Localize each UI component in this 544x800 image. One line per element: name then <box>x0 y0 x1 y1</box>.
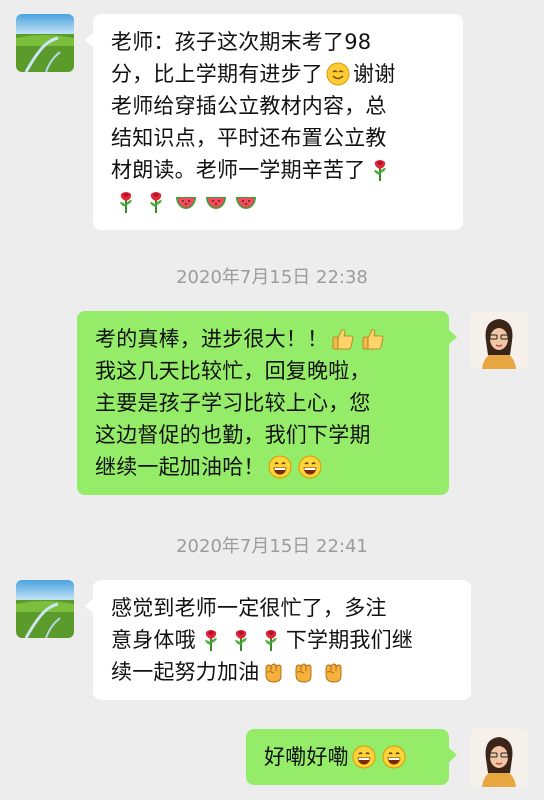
grin-emoji <box>298 455 322 479</box>
message-text-line: 我这几天比较忙，回复晚啦， <box>95 359 371 383</box>
grin-emoji <box>352 745 376 769</box>
message-text-line: 这边督促的也勤，我们下学期 <box>95 423 371 447</box>
message-text: 意身体哦 <box>111 628 196 652</box>
message-text: 分，比上学期有进步了 <box>111 62 323 86</box>
message-text: 谢谢 <box>353 62 396 86</box>
rose-emoji <box>368 158 392 182</box>
message-text-line: 考的真棒，进步很大！！ <box>95 323 433 355</box>
incoming-message-bubble[interactable]: 老师：孩子这次期末考了98 分，比上学期有进步了 谢谢 老师给穿插公立教材内容，总… <box>85 14 463 230</box>
message-text: 继续一起加油哈！ <box>95 455 265 479</box>
watermelon-emoji <box>174 190 198 214</box>
message-text-line: 好嘞好嘞 <box>264 741 433 773</box>
message-emoji-line <box>111 186 447 218</box>
message-timestamp: 2020年7月15日 22:41 <box>176 536 368 557</box>
grin-emoji <box>268 455 292 479</box>
message-text-line: 续一起努力加油 <box>111 656 455 688</box>
rose-emoji <box>259 628 283 652</box>
thumbs-up-emoji <box>361 327 385 351</box>
woman-portrait-avatar-image <box>470 311 528 369</box>
rose-emoji <box>199 628 223 652</box>
incoming-message-bubble[interactable]: 感觉到老师一定很忙了，多注 意身体哦 下学期我们继 续一起努力加油 <box>85 580 471 700</box>
message-text: 好嘞好嘞 <box>264 745 349 769</box>
message-text-line: 结知识点，平时还布置公立教 <box>111 126 387 150</box>
teacher-avatar[interactable] <box>16 14 74 72</box>
rose-emoji <box>114 190 138 214</box>
parent-avatar[interactable] <box>470 729 528 787</box>
message-text-line: 意身体哦 下学期我们继 <box>111 624 455 656</box>
rose-emoji <box>144 190 168 214</box>
message-text: 续一起努力加油 <box>111 660 260 684</box>
landscape-avatar-image <box>16 14 74 72</box>
watermelon-emoji <box>204 190 228 214</box>
message-text-line: 分，比上学期有进步了 谢谢 <box>111 58 447 90</box>
parent-avatar[interactable] <box>470 311 528 369</box>
thumbs-up-emoji <box>331 327 355 351</box>
fist-emoji <box>262 660 286 684</box>
outgoing-message-bubble[interactable]: 好嘞好嘞 <box>246 729 457 785</box>
message-text-line: 感觉到老师一定很忙了，多注 <box>111 596 387 620</box>
teacher-avatar[interactable] <box>16 580 74 638</box>
landscape-avatar-image <box>16 580 74 638</box>
rose-emoji <box>229 628 253 652</box>
fist-emoji <box>322 660 346 684</box>
watermelon-emoji <box>234 190 258 214</box>
message-text-line: 老师给穿插公立教材内容，总 <box>111 94 387 118</box>
message-text: 材朗读。老师一学期辛苦了 <box>111 158 366 182</box>
message-text: 考的真棒，进步很大！！ <box>95 327 329 351</box>
message-text-line: 继续一起加油哈！ <box>95 451 433 483</box>
grin-emoji <box>382 745 406 769</box>
fist-emoji <box>292 660 316 684</box>
smile-emoji <box>326 62 350 86</box>
message-text: 下学期我们继 <box>285 628 414 652</box>
message-text-line: 主要是孩子学习比较上心，您 <box>95 391 371 415</box>
message-text-line: 材朗读。老师一学期辛苦了 <box>111 154 447 186</box>
outgoing-message-bubble[interactable]: 考的真棒，进步很大！！ 我这几天比较忙，回复晚啦， 主要是孩子学习比较上心，您 … <box>77 311 457 495</box>
woman-portrait-avatar-image <box>470 729 528 787</box>
message-timestamp: 2020年7月15日 22:38 <box>176 267 368 288</box>
message-text-line: 老师：孩子这次期末考了98 <box>111 30 372 54</box>
